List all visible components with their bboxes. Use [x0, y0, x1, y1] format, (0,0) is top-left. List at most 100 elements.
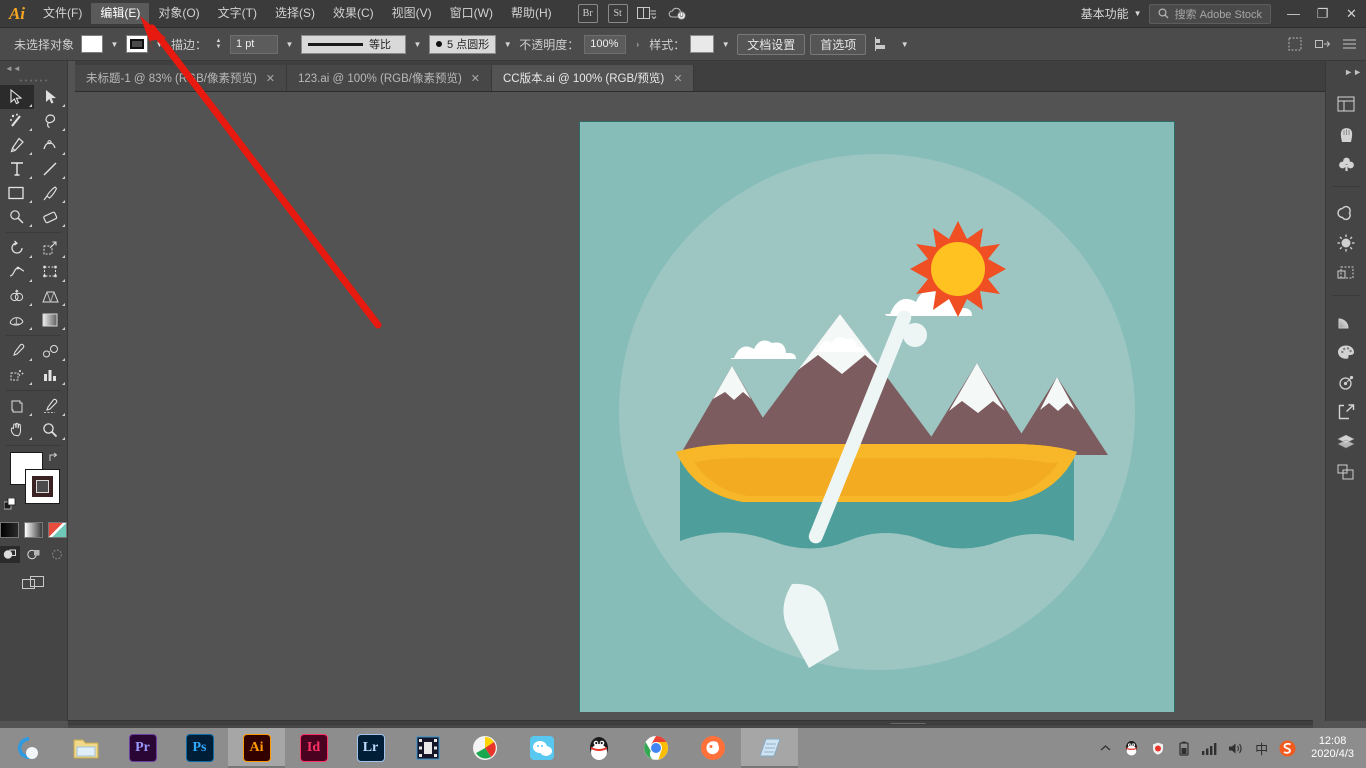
qq-penguin-icon[interactable]	[1123, 740, 1140, 757]
stroke-weight-stepper[interactable]: ▲ ▼	[212, 35, 225, 53]
volume-icon[interactable]	[1227, 740, 1244, 757]
opacity-field[interactable]: 100%	[584, 34, 627, 54]
menu-type[interactable]: 文字(T)	[209, 3, 266, 24]
free-transform-tool[interactable]	[34, 260, 68, 284]
draw-normal-icon[interactable]	[0, 546, 20, 563]
swap-fill-stroke-icon[interactable]	[47, 452, 61, 466]
properties-panel-icon[interactable]	[1330, 90, 1362, 118]
width-tool[interactable]	[0, 260, 34, 284]
minimize-button[interactable]: —	[1279, 0, 1308, 28]
menu-edit[interactable]: 编辑(E)	[91, 3, 150, 24]
taskbar-firefox[interactable]	[684, 728, 741, 768]
none-mode-button[interactable]	[48, 522, 67, 538]
align-icon[interactable]	[871, 34, 893, 54]
menu-object[interactable]: 对象(O)	[149, 3, 208, 24]
panel-menu-icon[interactable]	[1338, 34, 1360, 54]
stroke-weight-field[interactable]: 1 pt	[230, 34, 279, 54]
taskbar-paint-app[interactable]	[456, 728, 513, 768]
battery-icon[interactable]	[1175, 740, 1192, 757]
direct-selection-tool[interactable]	[34, 85, 68, 109]
clock[interactable]: 12:08 2020/4/3	[1305, 735, 1360, 761]
document-setup-button[interactable]: 文档设置	[737, 33, 806, 55]
tab-close-icon[interactable]: ✕	[673, 72, 682, 85]
fill-color-swatch[interactable]	[81, 35, 103, 53]
stroke-color-swatch[interactable]	[126, 35, 148, 53]
stock-button[interactable]: St	[607, 4, 628, 23]
tab-close-icon[interactable]: ✕	[471, 72, 480, 85]
zoom-tool[interactable]	[34, 418, 68, 442]
artboard-stack-icon[interactable]	[1330, 458, 1362, 486]
artboard-tool[interactable]	[0, 394, 34, 418]
mesh-tool[interactable]	[0, 308, 34, 332]
image-trace-panel-icon[interactable]	[1330, 229, 1362, 257]
stroke-profile-box[interactable]: 等比	[301, 34, 407, 54]
arrange-icon[interactable]	[1311, 34, 1333, 54]
column-graph-tool[interactable]	[34, 363, 68, 387]
paintbrush-tool[interactable]	[34, 181, 68, 205]
default-fill-stroke-icon[interactable]	[3, 497, 18, 515]
menu-select[interactable]: 选择(S)	[266, 3, 324, 24]
draw-inside-icon[interactable]	[47, 546, 67, 563]
document-tab-0[interactable]: 未标题-1 @ 83% (RGB/像素预览) ✕	[75, 65, 287, 91]
slice-tool[interactable]	[34, 394, 68, 418]
ime-indicator[interactable]: 中	[1253, 740, 1270, 757]
document-tab-1[interactable]: 123.ai @ 100% (RGB/像素预览) ✕	[287, 65, 492, 91]
sogou-input-icon[interactable]	[1279, 740, 1296, 757]
rotate-tool[interactable]	[0, 236, 34, 260]
taskbar-indesign[interactable]: Id	[285, 728, 342, 768]
align-chevron-down-icon[interactable]: ▼	[898, 35, 911, 53]
arrange-documents-icon[interactable]	[635, 4, 661, 24]
selection-tool[interactable]	[0, 85, 34, 109]
stock-search-box[interactable]: 搜索 Adobe Stock	[1148, 3, 1271, 24]
canvas-area[interactable]	[68, 92, 1313, 712]
gradient-panel-icon[interactable]	[1330, 308, 1362, 336]
tools-panel-drag-handle[interactable]	[0, 75, 67, 85]
show-hidden-icons[interactable]	[1097, 740, 1114, 757]
taskbar-qq[interactable]	[570, 728, 627, 768]
opacity-chevron-icon[interactable]: ›	[631, 35, 644, 53]
lasso-tool[interactable]	[34, 109, 68, 133]
artboards-panel-icon[interactable]	[1330, 259, 1362, 287]
menu-window[interactable]: 窗口(W)	[441, 3, 502, 24]
menu-effect[interactable]: 效果(C)	[324, 3, 383, 24]
taskbar-chrome[interactable]	[627, 728, 684, 768]
fill-chevron-down-icon[interactable]: ▼	[108, 35, 121, 53]
symbols-panel-icon[interactable]	[1330, 150, 1362, 178]
stroke-weight-chevron-down-icon[interactable]: ▼	[283, 35, 296, 53]
cc-libraries-panel-icon[interactable]	[1330, 199, 1362, 227]
type-tool[interactable]	[0, 157, 34, 181]
stroke-swatch[interactable]	[25, 469, 60, 504]
bridge-button[interactable]: Br	[577, 4, 598, 23]
gradient-mode-button[interactable]	[24, 522, 43, 538]
workspace-switcher[interactable]: 基本功能 ▼	[1074, 2, 1149, 25]
eraser-tool[interactable]	[34, 205, 68, 229]
pen-tool[interactable]	[0, 133, 34, 157]
brush-definition-box[interactable]: 5 点圆形	[429, 34, 497, 54]
color-panel-icon[interactable]	[1330, 338, 1362, 366]
taskbar-notepad[interactable]	[741, 728, 798, 768]
stroke-chevron-down-icon[interactable]: ▼	[153, 35, 166, 53]
taskbar-media-encoder[interactable]	[399, 728, 456, 768]
taskbar-file-explorer[interactable]	[57, 728, 114, 768]
curvature-tool[interactable]	[34, 133, 68, 157]
transform-grid-icon[interactable]	[1284, 34, 1306, 54]
taskbar-360-browser[interactable]	[0, 728, 57, 768]
hand-tool[interactable]	[0, 418, 34, 442]
magic-wand-tool[interactable]	[0, 109, 34, 133]
graphic-style-swatch[interactable]	[690, 35, 715, 53]
change-screen-mode-button[interactable]	[0, 575, 67, 591]
brush-chevron-down-icon[interactable]: ▼	[501, 35, 514, 53]
symbol-sprayer-tool[interactable]	[0, 363, 34, 387]
rectangle-tool[interactable]	[0, 181, 34, 205]
security-shield-icon[interactable]	[1149, 740, 1166, 757]
blend-tool[interactable]	[34, 339, 68, 363]
layers-panel-icon[interactable]	[1330, 428, 1362, 456]
tools-panel-collapse[interactable]: ◄◄	[0, 61, 67, 75]
line-segment-tool[interactable]	[34, 157, 68, 181]
cloud-sync-icon[interactable]	[665, 4, 691, 24]
preferences-button[interactable]: 首选项	[810, 33, 867, 55]
brushes-panel-icon[interactable]	[1330, 120, 1362, 148]
menu-view[interactable]: 视图(V)	[383, 3, 441, 24]
taskbar-premiere-pro[interactable]: Pr	[114, 728, 171, 768]
style-chevron-down-icon[interactable]: ▼	[719, 35, 732, 53]
